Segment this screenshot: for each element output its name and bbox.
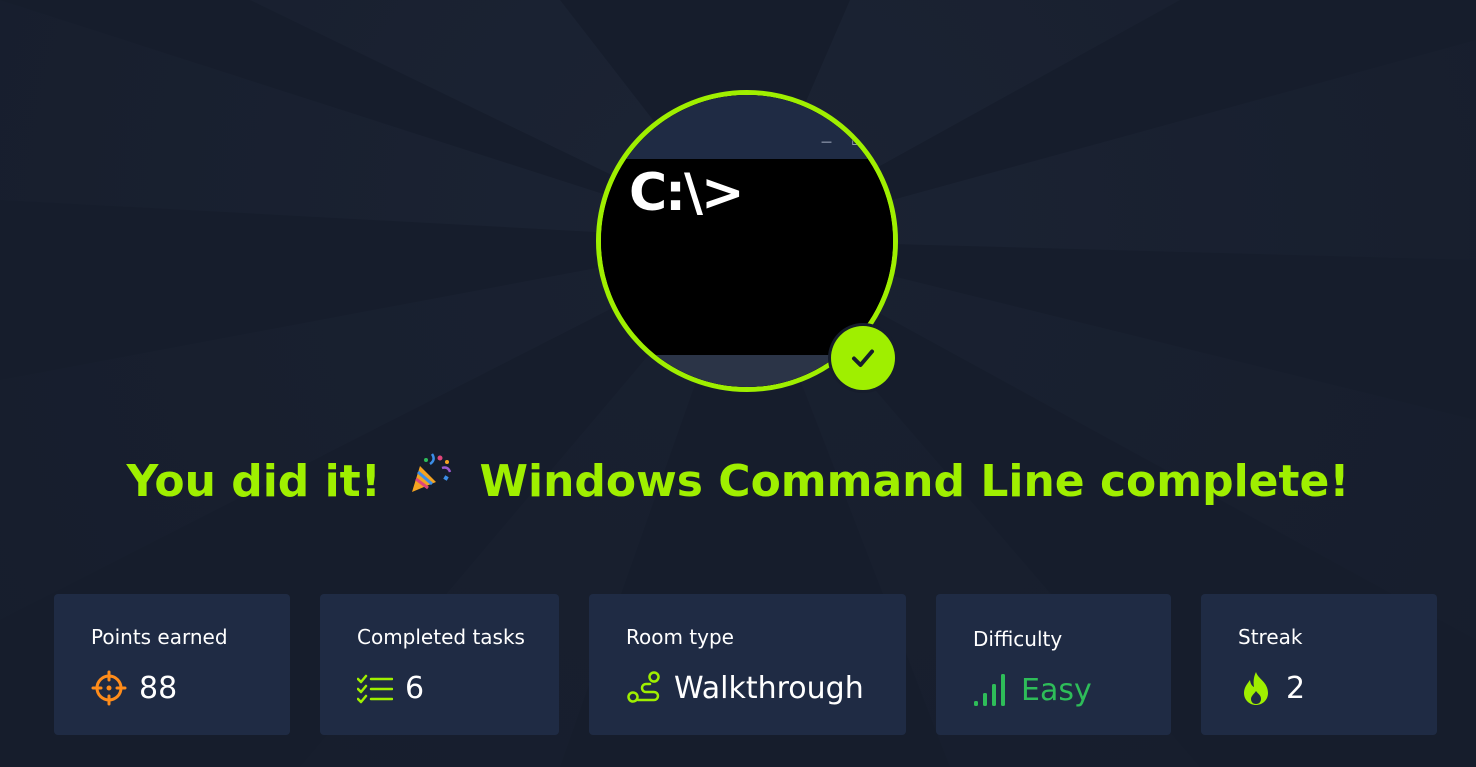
checkmark-icon xyxy=(831,326,895,390)
signal-bars-icon xyxy=(973,672,1009,708)
room-type-value: Walkthrough xyxy=(674,670,864,706)
headline-prefix: You did it! xyxy=(126,456,381,507)
stat-label: Streak xyxy=(1238,625,1303,649)
window-controls: — ☐ xyxy=(821,135,870,148)
stat-card-completed-tasks: Completed tasks 6 xyxy=(320,594,559,735)
headline-suffix: complete! xyxy=(1099,456,1350,507)
room-badge: — ☐ C:\> xyxy=(596,90,898,392)
stat-value-row: 88 xyxy=(91,668,177,708)
checklist-icon xyxy=(356,670,394,706)
party-popper-icon xyxy=(406,448,454,512)
target-icon xyxy=(91,670,127,706)
stat-card-points: Points earned 88 xyxy=(54,594,290,735)
headline-room-name: Windows Command Line xyxy=(479,456,1085,507)
stat-card-streak: Streak 2 xyxy=(1201,594,1437,735)
flame-icon xyxy=(1238,670,1274,706)
stat-label: Difficulty xyxy=(973,627,1063,651)
room-complete-page: — ☐ C:\> You did it! Windows Command Lin… xyxy=(0,0,1476,767)
cmd-prompt-text: C:\> xyxy=(629,163,745,223)
completed-tasks-value: 6 xyxy=(405,670,425,706)
stat-value-row: Walkthrough xyxy=(626,668,864,708)
completion-headline: You did it! Windows Command Line complet… xyxy=(0,452,1476,512)
streak-value: 2 xyxy=(1286,670,1306,706)
stat-label: Points earned xyxy=(91,625,228,649)
stat-card-room-type: Room type Walkthrough xyxy=(589,594,906,735)
cmd-titlebar: — ☐ xyxy=(601,95,893,159)
stat-card-difficulty: Difficulty Easy xyxy=(936,594,1171,735)
stat-value-row: Easy xyxy=(973,670,1092,710)
stat-value-row: 6 xyxy=(356,668,425,708)
points-value: 88 xyxy=(139,670,178,706)
difficulty-value: Easy xyxy=(1021,672,1092,708)
route-icon xyxy=(626,670,662,706)
stat-value-row: 2 xyxy=(1238,668,1305,708)
stat-label: Completed tasks xyxy=(357,625,525,649)
stat-label: Room type xyxy=(626,625,734,649)
